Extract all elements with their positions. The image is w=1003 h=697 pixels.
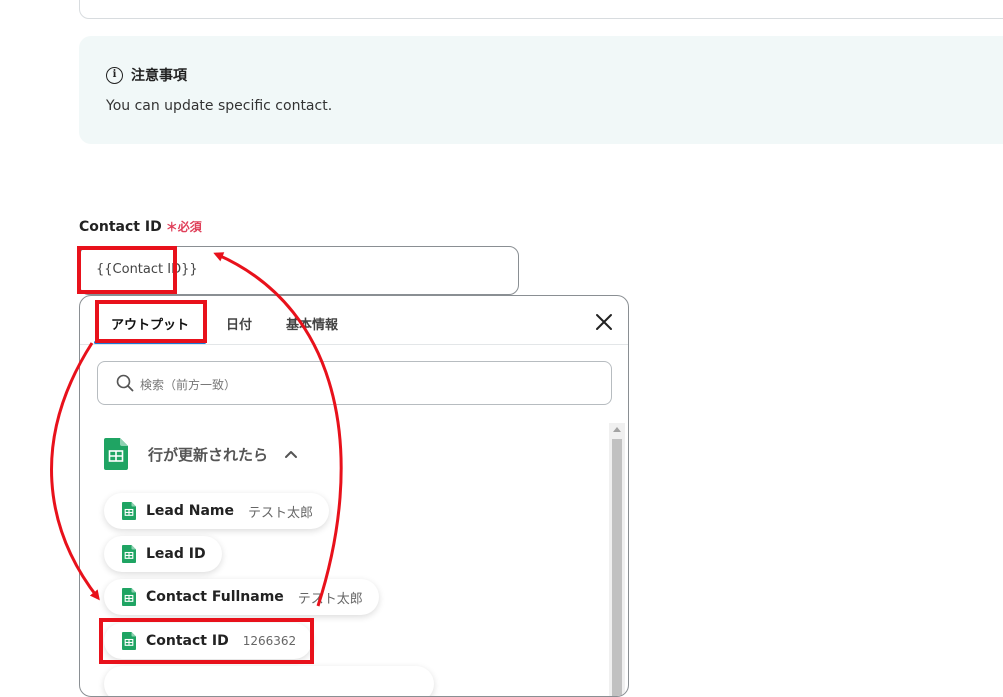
tab-date[interactable]: 日付 (226, 314, 252, 333)
field-label: Contact ID ＊必須 (79, 218, 202, 235)
google-sheets-icon (122, 502, 136, 520)
chevron-up-icon[interactable] (284, 449, 298, 459)
notice-heading: i 注意事項 (106, 65, 187, 85)
field-label-text: Contact ID (79, 219, 162, 235)
close-button[interactable] (594, 312, 614, 332)
output-item-partial[interactable] (104, 666, 434, 696)
output-item-lead-name[interactable]: Lead Name テスト太郎 (104, 493, 330, 529)
notice-body: You can update specific contact. (106, 98, 333, 114)
section-header[interactable]: 行が更新されたら (104, 438, 298, 470)
output-item-value: 1266362 (242, 634, 297, 648)
tab-output[interactable]: アウトプット (111, 314, 189, 333)
scroll-up-arrow[interactable] (613, 427, 621, 432)
output-item-name: Contact Fullname (146, 589, 284, 605)
active-tab-indicator (94, 341, 206, 344)
google-sheets-icon (122, 588, 136, 606)
output-item-name: Lead Name (146, 503, 235, 519)
output-item-value: テスト太郎 (297, 591, 363, 607)
contact-id-input-value: {{Contact ID}} (96, 262, 198, 277)
tab-basic-info[interactable]: 基本情報 (286, 314, 338, 333)
output-item-contact-id[interactable]: Contact ID 1266362 (104, 623, 313, 659)
variable-picker-popup: アウトプット 日付 基本情報 検索（前方一致） 行が更新されたら Lead Na… (79, 295, 629, 697)
output-item-name: Lead ID (146, 546, 206, 562)
search-icon (116, 374, 134, 392)
scroll-thumb[interactable] (612, 439, 622, 696)
picker-tabs: アウトプット 日付 基本情報 (80, 296, 628, 345)
output-item-name: Contact ID (146, 633, 229, 649)
contact-id-input[interactable]: {{Contact ID}} (79, 246, 519, 295)
search-field[interactable]: 検索（前方一致） (97, 361, 612, 405)
output-item-value: テスト太郎 (248, 505, 314, 521)
output-item-contact-fullname[interactable]: Contact Fullname テスト太郎 (104, 579, 379, 615)
section-title: 行が更新されたら (148, 445, 269, 464)
close-icon (596, 314, 612, 330)
notice-title: 注意事項 (131, 68, 187, 84)
output-item-lead-id[interactable]: Lead ID (104, 536, 222, 572)
scrollbar[interactable] (609, 423, 625, 696)
google-sheets-icon (122, 545, 136, 563)
google-sheets-icon (122, 632, 136, 650)
required-marker: ＊必須 (165, 220, 202, 234)
search-placeholder: 検索（前方一致） (140, 378, 237, 392)
notice-box: i 注意事項 You can update specific contact. (79, 36, 1003, 144)
previous-card (79, 0, 1003, 19)
google-sheets-icon (104, 438, 128, 470)
info-icon: i (106, 66, 123, 84)
